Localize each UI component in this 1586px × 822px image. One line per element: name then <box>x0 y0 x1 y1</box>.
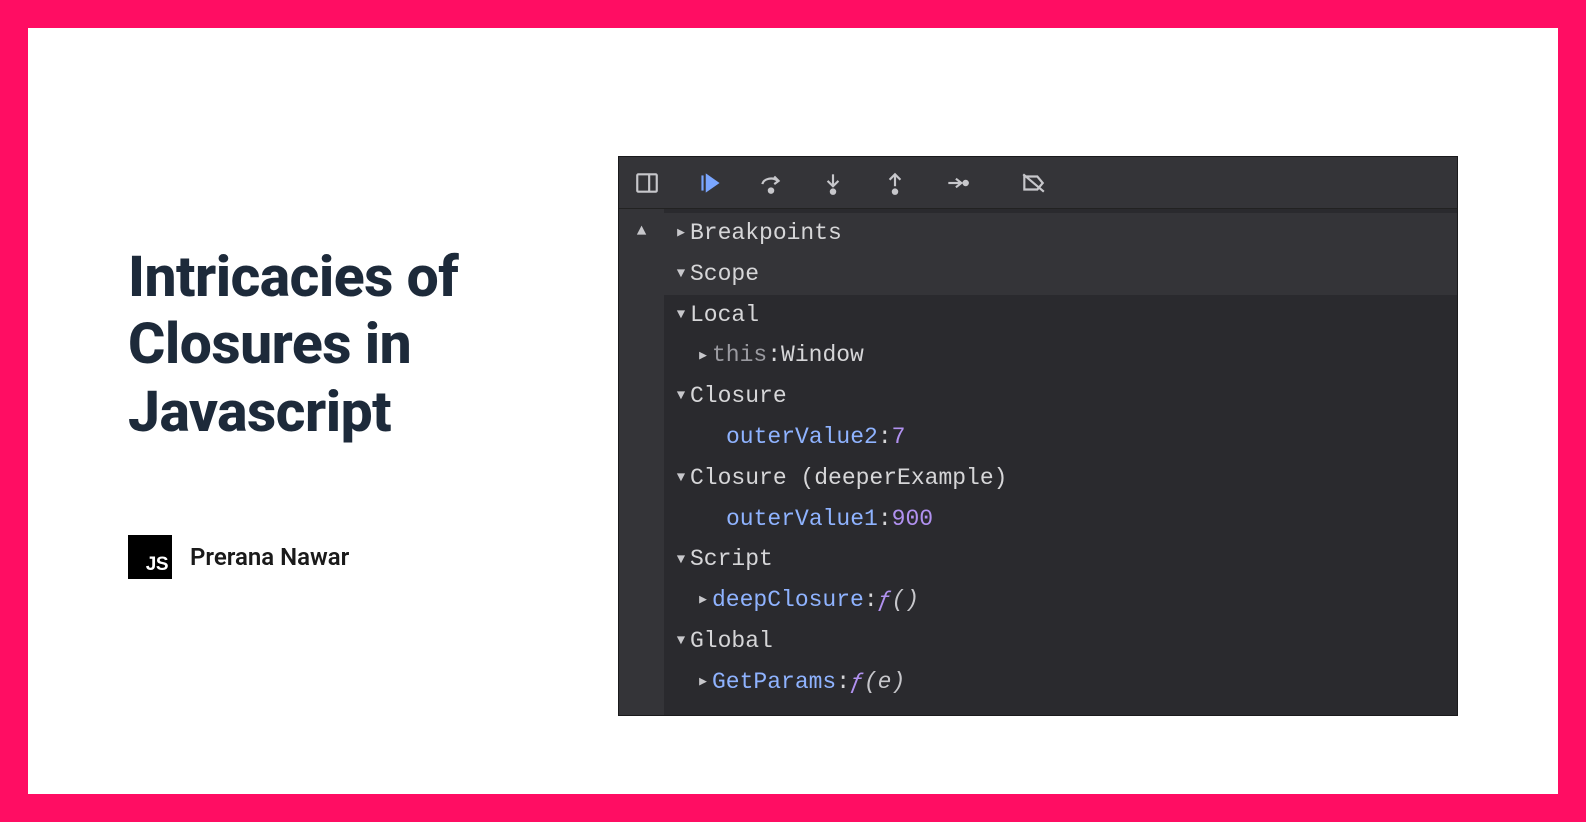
breakpoints-label: Breakpoints <box>690 215 842 252</box>
deactivate-breakpoints-icon[interactable] <box>1019 169 1047 197</box>
step-icon[interactable] <box>943 169 971 197</box>
step-out-icon[interactable] <box>881 169 909 197</box>
step-over-icon[interactable] <box>757 169 785 197</box>
scope-item-key: outerValue1 <box>726 501 878 538</box>
scope-item-key: outerValue2 <box>726 419 878 456</box>
chevron-down-icon <box>672 467 690 489</box>
scope-group-closure-deeper[interactable]: Closure (deeperExample) <box>664 458 1457 499</box>
js-badge-icon: JS <box>128 535 172 579</box>
devtools-panel: ▲ Breakpoints Scope Local <box>618 156 1458 716</box>
scope-group-label: Local <box>690 297 759 334</box>
scope-section[interactable]: Scope <box>664 254 1457 295</box>
debugger-toolbar <box>619 157 1457 209</box>
gutter: ▲ <box>619 209 664 715</box>
scope-group-label: Closure <box>690 378 787 415</box>
chevron-down-icon <box>672 304 690 326</box>
scope-item-outervalue1[interactable]: outerValue1: 900 <box>664 499 1457 540</box>
breakpoints-section[interactable]: Breakpoints <box>664 213 1457 254</box>
chevron-down-icon <box>672 263 690 285</box>
scroll-up-icon[interactable]: ▲ <box>637 219 647 715</box>
scope-group-label: Script <box>690 541 773 578</box>
scope-item-key: deepClosure <box>712 582 864 619</box>
dock-icon[interactable] <box>633 169 661 197</box>
scope-item-deepclosure[interactable]: deepClosure: ƒ () <box>664 580 1457 621</box>
sep: : <box>767 337 781 374</box>
chevron-down-icon <box>672 385 690 407</box>
scope-group-script[interactable]: Script <box>664 539 1457 580</box>
scope-group-local[interactable]: Local <box>664 295 1457 336</box>
article-title: Intricacies of Closures in Javascript <box>128 243 558 445</box>
scope-label: Scope <box>690 256 759 293</box>
scope-item-outervalue2[interactable]: outerValue2: 7 <box>664 417 1457 458</box>
left-column: Intricacies of Closures in Javascript JS… <box>128 243 558 579</box>
scope-group-label: Closure (deeperExample) <box>690 460 1007 497</box>
fn-symbol: ƒ <box>878 582 892 619</box>
chevron-right-icon <box>694 345 712 367</box>
sep: : <box>864 582 878 619</box>
panel-body: ▲ Breakpoints Scope Local <box>619 209 1457 715</box>
fn-symbol: ƒ <box>850 664 864 701</box>
sep: : <box>836 664 850 701</box>
chevron-down-icon <box>672 549 690 571</box>
scope-item-getparams[interactable]: GetParams: ƒ (e) <box>664 662 1457 703</box>
play-icon[interactable] <box>695 169 723 197</box>
author-name: Prerana Nawar <box>190 543 349 571</box>
chevron-right-icon <box>672 222 690 244</box>
sep: : <box>878 501 892 538</box>
scope-item-key: this <box>712 337 767 374</box>
scope-group-closure[interactable]: Closure <box>664 376 1457 417</box>
scope-item-key: GetParams <box>712 664 836 701</box>
chevron-down-icon <box>672 630 690 652</box>
scope-group-global[interactable]: Global <box>664 621 1457 662</box>
scope-item-this[interactable]: this: Window <box>664 335 1457 376</box>
card-inner: Intricacies of Closures in Javascript JS… <box>28 28 1558 794</box>
sep: : <box>878 419 892 456</box>
author-row: JS Prerana Nawar <box>128 535 558 579</box>
fn-args: (e) <box>864 664 905 701</box>
chevron-right-icon <box>694 671 712 693</box>
card-border: Intricacies of Closures in Javascript JS… <box>0 0 1586 822</box>
scope-item-value: Window <box>781 337 864 374</box>
scope-item-value: 7 <box>892 419 906 456</box>
step-into-icon[interactable] <box>819 169 847 197</box>
scope-group-label: Global <box>690 623 773 660</box>
chevron-right-icon <box>694 589 712 611</box>
scope-tree: Breakpoints Scope Local this: Window <box>664 209 1457 715</box>
scope-item-value: 900 <box>892 501 933 538</box>
fn-args: () <box>891 582 919 619</box>
